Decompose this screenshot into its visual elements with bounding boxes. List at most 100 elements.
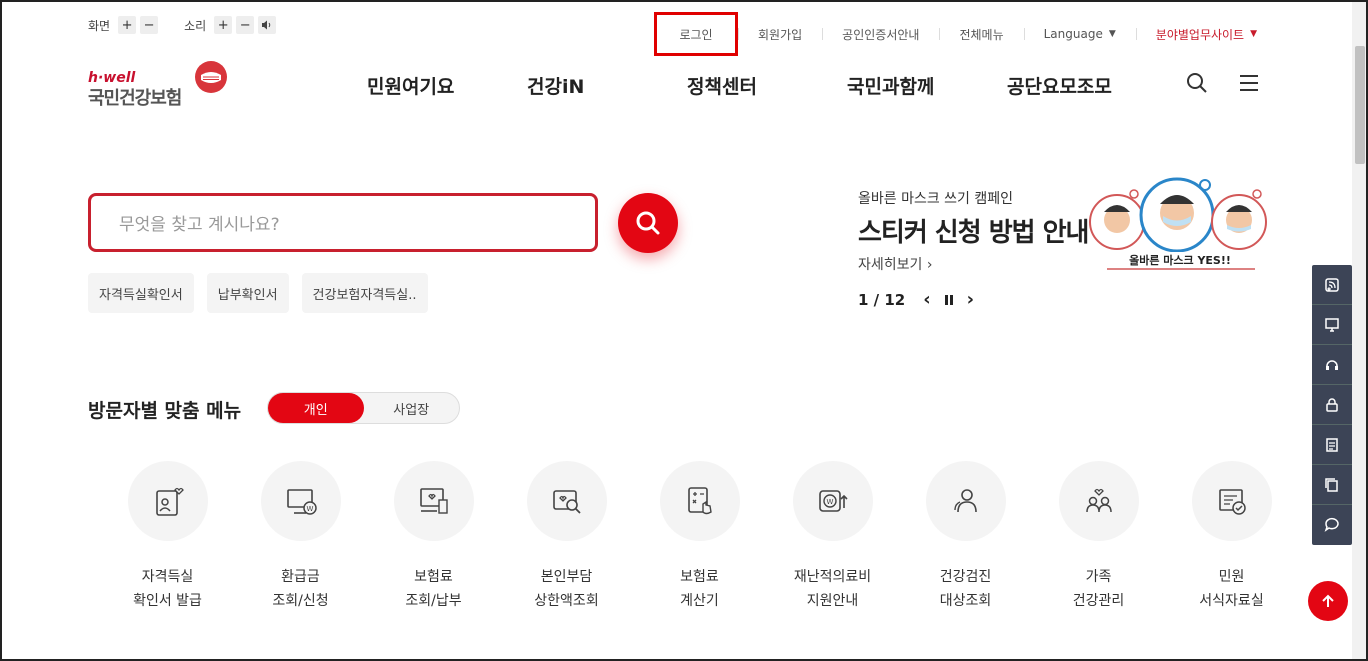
quick-menu-line1: 민원 <box>1218 569 1245 585</box>
quick-menu-item[interactable]: 자격득실확인서 발급 <box>101 461 234 613</box>
people-icon <box>953 489 977 513</box>
nhis-logo[interactable]: h·well 국민건강보험 <box>88 60 238 110</box>
quick-menu-list: 자격득실확인서 발급 W 환급금조회/신청 보험료조회/납부 본인부담상한액조회… <box>101 461 1298 613</box>
field-sites-select[interactable]: 분야별업무사이트 ▼ <box>1135 19 1277 49</box>
gnb-item-citizens[interactable]: 국민과함께 <box>847 72 1007 99</box>
keyword-chip[interactable]: 자격득실확인서 <box>88 273 194 313</box>
zoom-out-button[interactable]: − <box>140 16 159 34</box>
keyword-chip[interactable]: 납부확인서 <box>206 273 289 313</box>
quick-menu-line2: 조회/납부 <box>405 593 462 609</box>
quick-menu-line1: 보험료 <box>680 569 719 585</box>
quick-menu-line2: 지원안내 <box>806 593 859 609</box>
tab-personal[interactable]: 개인 <box>268 393 364 423</box>
chevron-right-icon[interactable]: › <box>967 289 974 310</box>
signup-link[interactable]: 회원가입 <box>738 19 822 49</box>
quick-menu-line1: 본인부담 <box>540 569 593 585</box>
certificate-guide-link[interactable]: 공인인증서안내 <box>822 19 939 49</box>
quick-document-icon[interactable] <box>1312 425 1352 465</box>
quick-menu-line2: 계산기 <box>680 593 719 609</box>
quick-menu-item[interactable]: 민원서식자료실 <box>1165 461 1298 613</box>
login-link[interactable]: 로그인 <box>654 12 738 56</box>
banner-title[interactable]: 스티커 신청 방법 안내 <box>858 212 1089 249</box>
search-icon <box>636 211 660 235</box>
quick-menu-line2: 서식자료실 <box>1199 593 1264 609</box>
visitor-menu-title: 방문자별 맞춤 메뉴 <box>88 400 242 422</box>
visitor-type-toggle: 개인 사업장 <box>267 392 460 424</box>
quick-menu-item[interactable]: 가족건강관리 <box>1032 461 1165 613</box>
header-icons <box>1186 72 1260 94</box>
scrollbar-thumb[interactable] <box>1355 46 1365 164</box>
banner-page-counter: 1 / 12 <box>858 290 906 309</box>
volume-down-button[interactable]: − <box>236 16 255 34</box>
mask-campaign-illustration: 올바른 마스크 YES!! <box>1089 177 1267 270</box>
quick-menu-line2: 대상조회 <box>939 593 992 609</box>
logo-ko-text: 국민건강보험 <box>88 88 182 109</box>
quick-menu-line2: 확인서 발급 <box>133 593 202 609</box>
scroll-to-top-button[interactable] <box>1308 581 1348 621</box>
quick-menu-line1: 자격득실 <box>141 569 194 585</box>
banner-image-caption: 올바른 마스크 YES!! <box>1129 253 1231 267</box>
quick-chat-icon[interactable] <box>1312 505 1352 545</box>
screen-bill-icon <box>419 488 448 514</box>
top-navigation: 로그인 회원가입 공인인증서안내 전체메뉴 Language ▼ 분야별업무사이트… <box>654 12 1277 56</box>
quick-menu-line1: 재난적의료비 <box>793 569 872 585</box>
svg-text:W: W <box>306 505 313 513</box>
quick-menu-item[interactable]: 본인부담상한액조회 <box>500 461 633 613</box>
browser-frame: 화면 + − 소리 + − 로그인 회원가입 공인인증서안내 전체메뉴 Lang… <box>0 0 1368 661</box>
calculator-icon <box>687 487 712 515</box>
speaker-icon[interactable] <box>258 16 277 34</box>
keyword-chip[interactable]: 건강보험자격득실.. <box>301 273 428 313</box>
quick-menu-line1: 환급금 <box>281 569 320 585</box>
zoom-in-button[interactable]: + <box>118 16 137 34</box>
pause-icon[interactable] <box>943 294 955 306</box>
monitor-won-icon: W <box>286 489 317 515</box>
quick-menu-line2: 건강관리 <box>1072 593 1125 609</box>
all-menu-link[interactable]: 전체메뉴 <box>939 19 1023 49</box>
quick-monitor-icon[interactable] <box>1312 305 1352 345</box>
id-card-heart-icon <box>155 487 184 516</box>
gnb-item-civil[interactable]: 민원여기요 <box>367 72 527 99</box>
banner-subtitle: 올바른 마스크 쓰기 캠페인 <box>858 191 1014 207</box>
main-navigation: 민원여기요 건강iN 정책센터 국민과함께 공단요모조모 <box>367 72 1167 99</box>
volume-up-button[interactable]: + <box>214 16 233 34</box>
quick-menu-line2: 상한액조회 <box>534 593 599 609</box>
quick-lock-icon[interactable] <box>1312 385 1352 425</box>
caret-down-icon: ▼ <box>1108 29 1116 39</box>
gnb-item-about[interactable]: 공단요모조모 <box>1007 72 1167 99</box>
quick-menu-item[interactable]: 건강검진대상조회 <box>899 461 1032 613</box>
quick-menu-line1: 건강검진 <box>939 569 992 585</box>
hamburger-menu-icon[interactable] <box>1238 72 1260 94</box>
screen-zoom-group: 화면 + − <box>88 16 162 34</box>
quick-copy-icon[interactable] <box>1312 465 1352 505</box>
accessibility-bar: 화면 + − 소리 + − <box>88 16 302 34</box>
quick-menu-line1: 가족 <box>1085 569 1112 585</box>
search-button[interactable] <box>618 193 678 253</box>
chevron-left-icon[interactable]: ‹ <box>923 289 930 310</box>
tab-business[interactable]: 사업장 <box>364 393 460 423</box>
quick-menu-item[interactable]: W 재난적의료비지원안내 <box>766 461 899 613</box>
quick-rss-icon[interactable] <box>1312 265 1352 305</box>
caret-down-icon: ▼ <box>1250 29 1258 39</box>
scrollbar[interactable] <box>1352 2 1366 659</box>
coin-won-icon: W <box>818 490 848 512</box>
gnb-item-health[interactable]: 건강iN <box>527 72 687 99</box>
search-icon[interactable] <box>1186 72 1208 94</box>
screen-zoom-label: 화면 <box>88 18 111 33</box>
quick-headset-icon[interactable] <box>1312 345 1352 385</box>
quick-menu-line1: 보험료 <box>414 569 453 585</box>
sound-label: 소리 <box>184 18 207 33</box>
mask-logo-icon <box>195 61 227 93</box>
sound-group: 소리 + − <box>184 16 280 34</box>
search-input[interactable]: 무엇을 찾고 계시나요? <box>88 193 598 252</box>
field-sites-label: 분야별업무사이트 <box>1155 27 1245 42</box>
quick-menu-line2: 조회/신청 <box>272 593 329 609</box>
banner-more-link[interactable]: 자세히보기 › <box>858 254 932 274</box>
family-heart-icon <box>1085 488 1112 513</box>
quick-menu-item[interactable]: 보험료조회/납부 <box>367 461 500 613</box>
gnb-item-policy[interactable]: 정책센터 <box>687 72 847 99</box>
language-select[interactable]: Language ▼ <box>1023 19 1136 49</box>
svg-text:W: W <box>826 498 833 506</box>
quick-menu-item[interactable]: W 환급금조회/신청 <box>234 461 367 613</box>
quick-menu-item[interactable]: 보험료계산기 <box>633 461 766 613</box>
arrow-up-icon <box>1322 594 1334 607</box>
